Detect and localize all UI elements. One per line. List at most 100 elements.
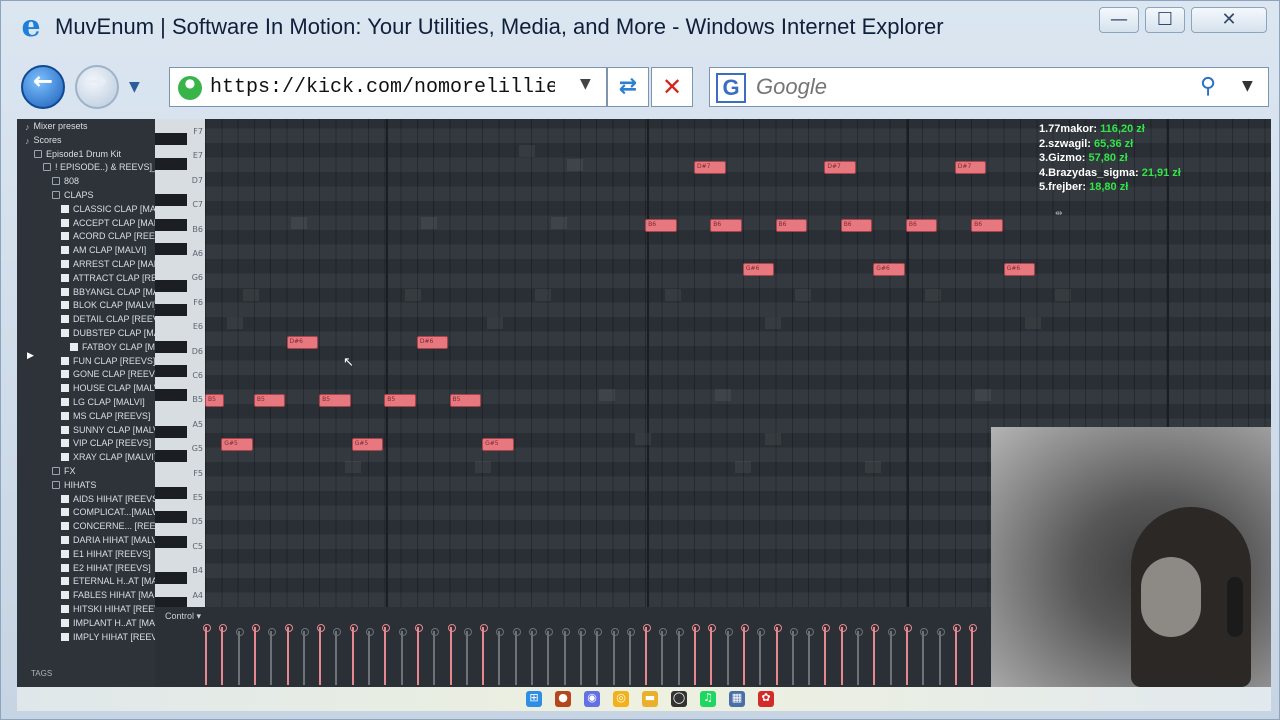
browser-file-item[interactable]: ATTRACT CLAP [REEVS] <box>61 271 155 285</box>
velocity-stem[interactable] <box>643 624 652 685</box>
browser-folder-item[interactable]: ! EPISODE..) & REEVS]_ <box>43 160 155 174</box>
midi-note[interactable]: D#7 <box>824 160 856 174</box>
velocity-stem[interactable] <box>561 628 570 685</box>
browser-file-item[interactable]: BLOK CLAP [MALVI] <box>61 298 155 312</box>
browser-file-item[interactable]: FATBOY CLAP [MALVI] <box>70 340 155 354</box>
velocity-stem[interactable] <box>659 628 668 685</box>
address-bar[interactable]: ● ▼ <box>169 67 607 107</box>
browser-file-item[interactable]: CLASSIC CLAP [MALVI] <box>61 202 155 216</box>
browser-file-item[interactable]: DUBSTEP CLAP [MALVI] <box>61 326 155 340</box>
browser-folder-item[interactable]: CLAPS <box>52 188 94 202</box>
spotify-icon[interactable]: ♫ <box>700 691 716 707</box>
velocity-stem[interactable] <box>431 628 440 685</box>
midi-note[interactable]: B6 <box>710 219 742 233</box>
velocity-stem[interactable] <box>757 628 766 685</box>
browser-file-item[interactable]: ACCEPT CLAP [MALVI] <box>61 216 155 230</box>
browser-file-item[interactable]: FUN CLAP [REEVS] <box>61 354 155 368</box>
velocity-stem[interactable] <box>626 628 635 685</box>
control-selector[interactable]: Control ▾ <box>165 611 201 622</box>
velocity-stem[interactable] <box>398 628 407 685</box>
velocity-stem[interactable] <box>235 628 244 685</box>
search-options-dropdown-icon[interactable]: ▼ <box>1242 78 1253 94</box>
velocity-stem[interactable] <box>203 624 211 685</box>
browser-file-item[interactable]: AM CLAP [MALVI] <box>61 243 146 257</box>
refresh-button[interactable]: ⇄ <box>607 67 649 107</box>
velocity-stem[interactable] <box>675 628 684 685</box>
browser-file-item[interactable]: SUNNY CLAP [MALVI] <box>61 423 155 437</box>
expand-arrow-icon[interactable]: ▶ <box>27 351 34 361</box>
browser-file-item[interactable]: HITSKI HIHAT [REEVS] <box>61 602 155 616</box>
midi-note[interactable]: B6 <box>971 219 1003 233</box>
browser-folder-item[interactable]: 808 <box>52 174 79 188</box>
browser-file-item[interactable]: CONCERNE... [REEVS] <box>61 519 155 533</box>
black-key[interactable] <box>155 426 187 438</box>
midi-note[interactable]: B5 <box>449 394 482 408</box>
browser-folder-item[interactable]: ♪ Scores <box>25 133 62 147</box>
obs-icon[interactable]: ◯ <box>671 691 687 707</box>
velocity-stem[interactable] <box>480 624 489 685</box>
velocity-stem[interactable] <box>822 624 831 685</box>
velocity-stem[interactable] <box>529 628 537 685</box>
browser-folder-item[interactable]: FX <box>52 464 76 478</box>
midi-note[interactable]: G#6 <box>873 263 905 276</box>
velocity-stem[interactable] <box>838 624 847 685</box>
velocity-stem[interactable] <box>219 624 228 685</box>
midi-note[interactable]: B6 <box>905 219 938 233</box>
black-key[interactable] <box>155 365 187 377</box>
midi-note[interactable]: B6 <box>775 219 808 233</box>
fl-studio-icon[interactable]: ✿ <box>758 691 774 707</box>
calculator-icon[interactable]: ▦ <box>729 691 745 707</box>
black-key[interactable] <box>155 450 187 463</box>
velocity-stem[interactable] <box>692 624 700 685</box>
velocity-stem[interactable] <box>740 624 749 685</box>
browser-file-item[interactable]: IMPLY HIHAT [REEVS] <box>61 630 155 644</box>
midi-note[interactable]: D#7 <box>954 160 987 174</box>
velocity-stem[interactable] <box>871 624 880 685</box>
browser-folder-item[interactable]: ♪ Mixer presets <box>25 119 88 133</box>
browser-file-item[interactable]: DARIA HIHAT [MALVI] <box>61 533 155 547</box>
black-key[interactable] <box>155 340 187 353</box>
file-explorer-icon[interactable]: ▬ <box>642 691 658 707</box>
browser-file-item[interactable]: AIDS HIHAT [REEVS] <box>61 492 155 506</box>
midi-note[interactable]: B5 <box>319 394 351 408</box>
browser-file-item[interactable]: XRAY CLAP [MALVI] <box>61 450 155 464</box>
velocity-stem[interactable] <box>936 628 945 685</box>
app-icon[interactable]: ● <box>555 691 571 707</box>
search-bar[interactable]: G ⚲ ▼ <box>709 67 1269 107</box>
velocity-stem[interactable] <box>447 624 456 685</box>
midi-note[interactable]: B6 <box>645 219 677 233</box>
velocity-stem[interactable] <box>382 624 391 685</box>
search-icon[interactable]: ⚲ <box>1200 74 1216 99</box>
browser-file-item[interactable]: LG CLAP [MALVI] <box>61 395 145 409</box>
black-key[interactable] <box>155 487 187 499</box>
search-input[interactable] <box>756 68 1196 106</box>
browser-file-item[interactable]: DETAIL CLAP [REEVS] <box>61 312 155 326</box>
velocity-stem[interactable] <box>366 628 374 685</box>
velocity-stem[interactable] <box>969 624 978 685</box>
browser-file-item[interactable]: ARREST CLAP [MALVI] <box>61 257 155 271</box>
minimize-button[interactable]: — <box>1099 7 1139 33</box>
velocity-stem[interactable] <box>512 628 521 685</box>
browser-file-item[interactable]: ACORD CLAP [REEVS] <box>61 229 155 243</box>
velocity-stem[interactable] <box>333 628 342 685</box>
recent-pages-dropdown-icon[interactable]: ▼ <box>129 79 140 95</box>
midi-note[interactable]: B5 <box>253 394 286 408</box>
velocity-stem[interactable] <box>806 628 815 685</box>
velocity-stem[interactable] <box>577 628 586 685</box>
black-key[interactable] <box>155 157 187 170</box>
velocity-stem[interactable] <box>920 628 929 685</box>
velocity-stem[interactable] <box>708 624 717 685</box>
browser-file-item[interactable]: ETERNAL H..AT [MALVI] <box>61 574 155 588</box>
midi-note[interactable]: G#5 <box>482 438 514 452</box>
black-key[interactable] <box>155 133 187 146</box>
midi-note[interactable]: G#6 <box>742 263 775 276</box>
velocity-stem[interactable] <box>789 628 798 685</box>
midi-note[interactable]: B5 <box>205 394 224 408</box>
black-key[interactable] <box>155 279 187 292</box>
chrome-icon[interactable]: ◎ <box>613 691 629 707</box>
velocity-stem[interactable] <box>300 628 309 685</box>
midi-note[interactable]: G#5 <box>221 438 253 452</box>
browser-file-item[interactable]: IMPLANT H..AT [MALVI] <box>61 616 155 630</box>
velocity-stem[interactable] <box>496 628 505 685</box>
black-key[interactable] <box>155 535 187 548</box>
